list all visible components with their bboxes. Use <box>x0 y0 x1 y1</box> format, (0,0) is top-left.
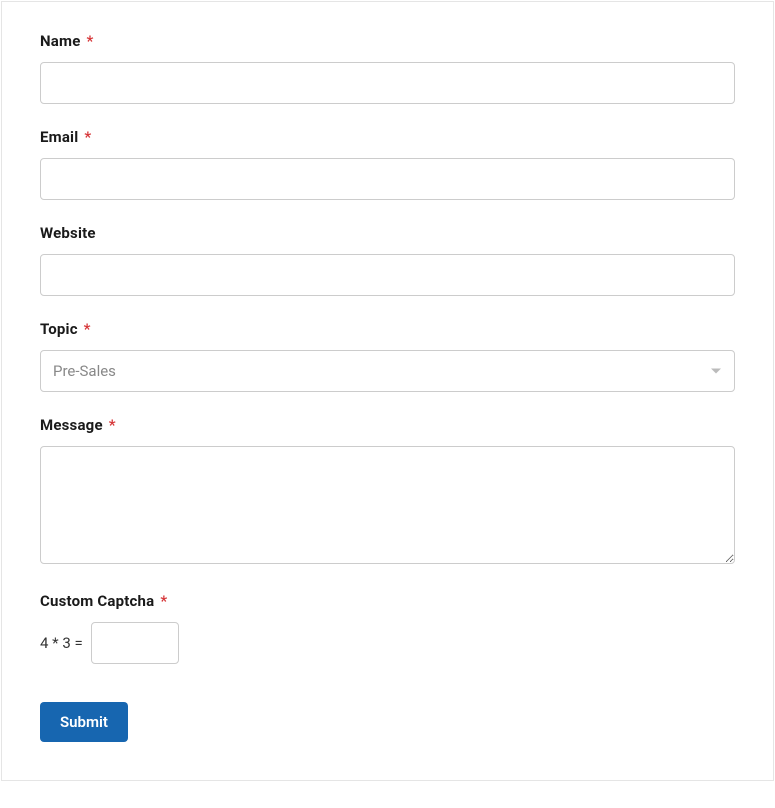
topic-label-text: Topic <box>40 320 78 338</box>
message-field-group: Message * <box>40 416 735 568</box>
captcha-label: Custom Captcha * <box>40 592 735 610</box>
required-indicator: * <box>109 416 116 434</box>
required-indicator: * <box>84 320 91 338</box>
email-field-group: Email * <box>40 128 735 200</box>
message-label: Message * <box>40 416 735 434</box>
email-label-text: Email <box>40 128 78 146</box>
name-label-text: Name <box>40 32 81 50</box>
topic-select-wrapper: Pre-Sales <box>40 350 735 392</box>
message-textarea[interactable] <box>40 446 735 564</box>
required-indicator: * <box>86 32 93 50</box>
website-field-group: Website <box>40 224 735 296</box>
name-field-group: Name * <box>40 32 735 104</box>
captcha-label-text: Custom Captcha <box>40 592 154 610</box>
message-label-text: Message <box>40 416 103 434</box>
website-input[interactable] <box>40 254 735 296</box>
captcha-question: 4 * 3 = <box>40 634 83 652</box>
required-indicator: * <box>160 592 167 610</box>
captcha-row: 4 * 3 = <box>40 622 735 664</box>
captcha-field-group: Custom Captcha * 4 * 3 = <box>40 592 735 664</box>
email-input[interactable] <box>40 158 735 200</box>
submit-button[interactable]: Submit <box>40 702 128 742</box>
topic-select[interactable]: Pre-Sales <box>40 350 735 392</box>
submit-row: Submit <box>40 702 735 742</box>
website-label-text: Website <box>40 224 96 242</box>
topic-label: Topic * <box>40 320 735 338</box>
contact-form: Name * Email * Website Topic * Pre-Sales <box>1 1 774 781</box>
name-input[interactable] <box>40 62 735 104</box>
topic-field-group: Topic * Pre-Sales <box>40 320 735 392</box>
name-label: Name * <box>40 32 735 50</box>
website-label: Website <box>40 224 735 242</box>
required-indicator: * <box>84 128 91 146</box>
email-label: Email * <box>40 128 735 146</box>
captcha-input[interactable] <box>91 622 179 664</box>
